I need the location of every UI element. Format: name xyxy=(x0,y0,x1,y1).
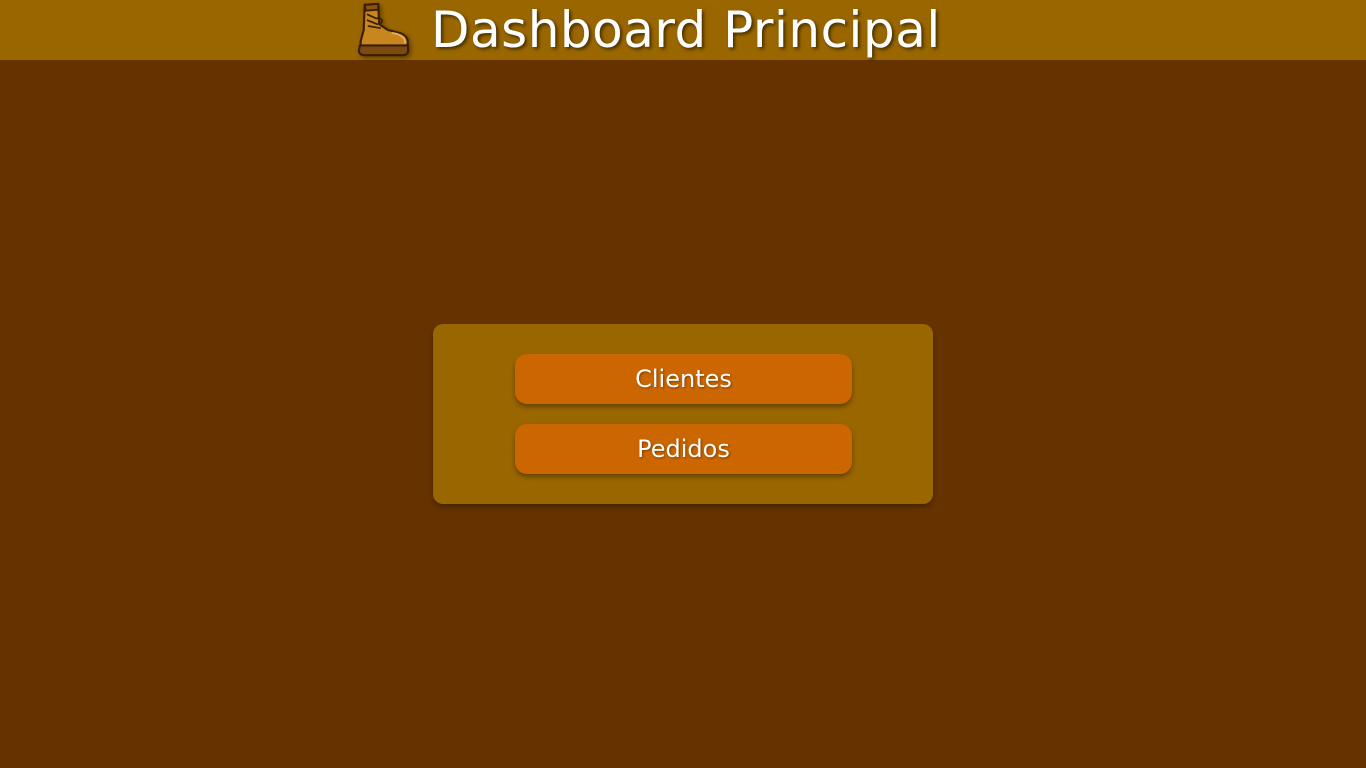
boot-icon xyxy=(357,2,410,57)
header-content: Dashboard Principal xyxy=(355,0,941,60)
top-header-bar: Dashboard Principal xyxy=(0,0,1366,60)
pedidos-button[interactable]: Pedidos xyxy=(515,424,852,474)
page-title: Dashboard Principal xyxy=(431,1,941,59)
clientes-button[interactable]: Clientes xyxy=(515,354,852,404)
menu-panel: Clientes Pedidos xyxy=(433,324,933,504)
